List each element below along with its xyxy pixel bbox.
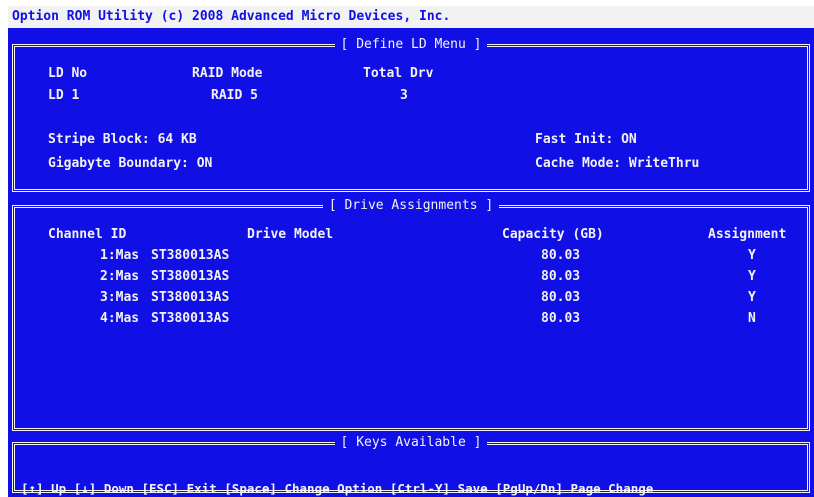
raid-mode-value[interactable]: RAID 5 <box>211 88 258 104</box>
drive-model: ST380013AS <box>151 269 230 284</box>
stripe-block-option[interactable]: Stripe Block: 64 KB <box>48 132 197 148</box>
drive-assignments-heading-wrap: [ Drive Assignments ] <box>15 198 807 214</box>
drive-channel: 1:Mas <box>100 248 140 263</box>
key-down: [↓] <box>73 481 97 496</box>
key-pgup-dn: [PgUp/Dn] <box>495 481 563 496</box>
drive-capacity: 80.03 <box>541 290 581 305</box>
header-assignment: Assignment <box>708 227 787 242</box>
key-up: [↑] <box>21 481 44 496</box>
drive-capacity: 80.03 <box>541 248 581 263</box>
cache-mode-option[interactable]: Cache Mode: WriteThru <box>535 156 699 172</box>
drive-model: ST380013AS <box>151 311 230 326</box>
drive-assignment[interactable]: N <box>748 311 756 327</box>
drive-row[interactable]: 4:Mas ST380013AS 80.03 N <box>15 311 807 329</box>
drive-model: ST380013AS <box>151 248 230 263</box>
drive-row[interactable]: 1:Mas ST380013AS 80.03 Y <box>15 248 807 266</box>
drive-model: ST380013AS <box>151 290 230 305</box>
drive-channel: 4:Mas <box>100 311 140 326</box>
gigabyte-boundary-option[interactable]: Gigabyte Boundary: ON <box>48 156 212 172</box>
key-up-action: Up <box>51 481 67 496</box>
keys-panel: [ Keys Available ] [↑] Up [↓] Down [ESC]… <box>12 435 810 496</box>
drive-assignment[interactable]: Y <box>748 248 756 264</box>
drive-row[interactable]: 2:Mas ST380013AS 80.03 Y <box>15 269 807 287</box>
ld-no-value[interactable]: LD 1 <box>48 88 79 104</box>
keys-heading: [ Keys Available ] <box>334 435 488 450</box>
col-ld-no: LD No <box>48 66 88 81</box>
key-ctrl-y: [Ctrl-Y] <box>389 481 451 496</box>
drive-assignments-panel: [ Drive Assignments ] Channel ID Drive M… <box>12 198 810 431</box>
drive-assignment[interactable]: Y <box>748 269 756 285</box>
key-ctrl-y-action: Save <box>457 481 488 496</box>
drive-assignments-heading: [ Drive Assignments ] <box>322 198 500 213</box>
key-pgup-dn-action: Page Change <box>570 481 654 496</box>
define-ld-panel: [ Define LD Menu ] LD No RAID Mode Total… <box>12 37 810 192</box>
header-drive-model: Drive Model <box>247 227 334 242</box>
define-ld-heading: [ Define LD Menu ] <box>334 37 488 52</box>
total-drv-value: 3 <box>400 88 408 103</box>
bios-screen: Option ROM Utility (c) 2008 Advanced Mic… <box>8 6 814 497</box>
key-down-action: Down <box>103 481 134 496</box>
keys-list: [↑] Up [↓] Down [ESC] Exit [Space] Chang… <box>21 465 653 497</box>
col-total-drv: Total Drv <box>363 66 434 81</box>
drive-assignment[interactable]: Y <box>748 290 756 306</box>
key-space: [Space] <box>224 481 277 496</box>
col-raid-mode: RAID Mode <box>192 66 263 81</box>
key-space-action: Change Option <box>284 481 383 496</box>
fast-init-option[interactable]: Fast Init: ON <box>535 132 637 148</box>
drive-capacity: 80.03 <box>541 311 581 326</box>
keys-heading-wrap: [ Keys Available ] <box>15 435 807 451</box>
drive-row[interactable]: 3:Mas ST380013AS 80.03 Y <box>15 290 807 308</box>
header-channel-id: Channel ID <box>48 227 127 242</box>
header-capacity: Capacity (GB) <box>502 227 604 242</box>
key-esc-action: Exit <box>186 481 217 496</box>
key-esc: [ESC] <box>141 481 180 496</box>
drive-capacity: 80.03 <box>541 269 581 284</box>
drive-channel: 3:Mas <box>100 290 140 305</box>
drive-channel: 2:Mas <box>100 269 140 284</box>
utility-title: Option ROM Utility (c) 2008 Advanced Mic… <box>8 6 814 28</box>
define-ld-heading-wrap: [ Define LD Menu ] <box>15 37 807 53</box>
